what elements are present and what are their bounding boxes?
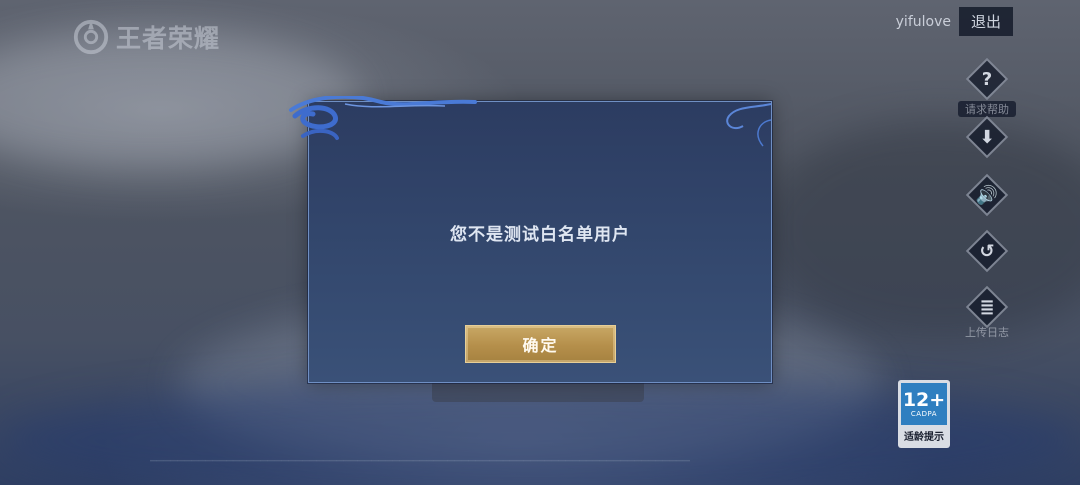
age-rating-badge[interactable]: 12+ CADPA 适龄提示 [898, 380, 950, 448]
age-rating-org: CADPA [910, 410, 938, 418]
account-bar: yifulove 退出 [896, 7, 1013, 36]
dialog-message: 您不是测试白名单用户 [450, 225, 630, 245]
repair-button[interactable]: ↺ [965, 229, 1009, 273]
upload-log-caption: 上传日志 [965, 326, 1009, 339]
clipboard-icon: ≣ [979, 296, 995, 318]
footer-legal-text: ▁▁▁▁▁▁▁▁▁▁▁▁▁▁▁▁▁▁▁▁▁▁▁▁▁▁▁▁▁▁▁▁▁▁▁▁▁▁▁▁… [150, 452, 690, 462]
age-rating-label: 适龄提示 [904, 432, 944, 443]
repair-icon: ↺ [979, 240, 995, 262]
game-login-screen: 王者荣耀 yifulove 退出 ? 请求帮助 ⬇ 🔊 ↺ ≣ 上传日志 ▁▁▁… [0, 0, 1080, 485]
download-button[interactable]: ⬇ [965, 115, 1009, 159]
sound-button[interactable]: 🔊 [965, 173, 1009, 217]
question-icon: ? [981, 68, 993, 90]
age-rating-panel: 12+ CADPA [901, 383, 947, 425]
help-button[interactable]: ? [965, 57, 1009, 101]
age-rating-number: 12+ [902, 389, 946, 411]
help-caption: 请求帮助 [958, 101, 1016, 117]
dialog-swirl-ornament-icon [289, 96, 477, 140]
confirm-button[interactable]: 确定 [465, 325, 616, 363]
game-logo-text: 王者荣耀 [116, 24, 221, 53]
download-icon: ⬇ [979, 126, 995, 148]
username: yifulove [895, 13, 951, 30]
background-haze [760, 120, 1080, 340]
logout-button[interactable]: 退出 [958, 7, 1013, 36]
speaker-icon: 🔊 [975, 184, 999, 206]
alert-dialog: 您不是测试白名单用户 确定 [289, 96, 772, 383]
dialog-corner-ornament-icon [726, 103, 772, 147]
game-logo: 王者荣耀 [72, 18, 220, 56]
upload-log-button[interactable]: ≣ [965, 285, 1009, 329]
game-logo-icon [73, 19, 109, 55]
